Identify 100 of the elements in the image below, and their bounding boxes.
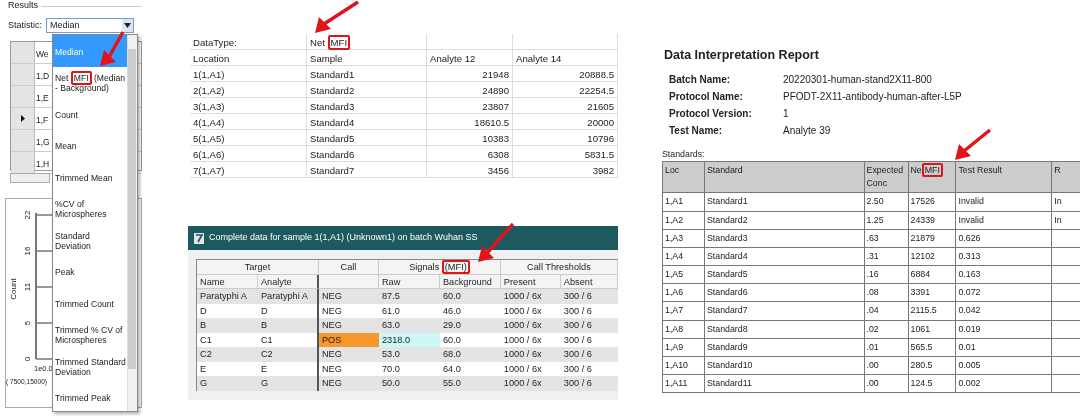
scrollbar[interactable] (10, 173, 50, 183)
table-cell: 60.0 (439, 289, 501, 304)
table-cell-text: 1,H (35, 158, 50, 171)
table-cell: .00 (864, 356, 908, 375)
column-header: Location (190, 50, 307, 65)
table-cell: 68.0 (439, 347, 501, 362)
table-cell: NEG (319, 376, 379, 391)
table-cell: 5831.5 (513, 146, 618, 161)
dropdown-item[interactable]: Trimmed % CV of Microspheres (53, 318, 127, 350)
table-cell: 300 / 6 (560, 376, 618, 391)
field-value: PFODT-2X11-antibody-human-after-L5P (783, 89, 962, 104)
column-header: Sample (307, 50, 427, 65)
table-cell: NEG (319, 347, 379, 362)
row-header[interactable] (11, 108, 35, 129)
column-header: Analyte 14 (513, 50, 618, 65)
table-cell: Standard3 (704, 229, 864, 248)
column-header: Standard (704, 161, 864, 193)
dropdown-item[interactable]: Mean (53, 129, 127, 161)
table-cell: Paratyphi A (197, 289, 258, 304)
tick-label: 0 (23, 356, 32, 362)
dropdown-item[interactable]: Peak (53, 255, 127, 287)
table-cell: 7(1,A7) (190, 162, 307, 177)
table-cell: 1.25 (864, 211, 908, 230)
table-cell-text: 1000 / 6x (502, 304, 543, 318)
table-cell: 24890 (427, 82, 513, 97)
dropdown-item[interactable]: Trimmed Standard Deviation (53, 350, 127, 382)
table-cell: 5(1,A5) (190, 130, 307, 145)
dropdown-item[interactable]: Trimmed Peak (53, 381, 127, 411)
table-cell: 300 / 6 (560, 289, 618, 304)
table-cell-text: 300 / 6 (562, 333, 593, 347)
axis-label: Count (9, 278, 18, 300)
table-cell: 2115.5 (908, 301, 956, 321)
table-cell: .04 (864, 301, 908, 321)
dropdown-item[interactable]: Trimmed Mean (53, 161, 127, 193)
column-group-header: Call Thresholds (500, 260, 618, 275)
table-cell: 0.163 (955, 265, 1052, 284)
corner-header (11, 42, 35, 63)
table-cell-text: D (199, 304, 208, 318)
table-cell-text: 1000 / 6x (502, 362, 543, 376)
table-cell: 55.0 (439, 376, 501, 391)
dropdown-item[interactable]: Standard Deviation (53, 224, 127, 256)
dropdown-item[interactable]: %CV of Microspheres (53, 192, 127, 224)
table-cell: 21605 (513, 98, 618, 113)
table-cell-text: 1,D (35, 70, 50, 83)
dropdown-item[interactable]: Trimmed Count (53, 287, 127, 319)
column-header: Expected Conc (864, 161, 908, 193)
table-cell-text: 61.0 (381, 304, 401, 318)
cell-text: DataType: (190, 34, 307, 49)
table-cell: Standard6 (704, 283, 864, 302)
table-cell: 6(1,A6) (190, 146, 307, 161)
table-cell: 4(1,A4) (190, 114, 307, 129)
table-cell: 20888.5 (513, 66, 618, 81)
table-cell: 2.50 (864, 192, 908, 211)
column-header: Loc (662, 161, 705, 193)
caret-icon[interactable] (124, 23, 131, 28)
table-cell: 1000 / 6x (500, 289, 561, 304)
table-cell: 0.042 (955, 301, 1052, 321)
table-cell-text: 70.0 (381, 362, 401, 376)
column-group-header: Call (318, 260, 379, 275)
table-cell: Standard10 (704, 356, 864, 375)
table-cell: 1,A6 (662, 283, 705, 302)
column-header: Analyte 12 (427, 50, 513, 65)
table-cell: Invalid (955, 192, 1052, 211)
table-cell: Standard1 (307, 66, 427, 81)
field-value: 1 (783, 106, 789, 121)
table-cell: Standard8 (704, 320, 864, 339)
tick-label: 11 (23, 282, 32, 292)
table-cell: Standard5 (307, 130, 427, 145)
table-cell-text: NEG (321, 362, 343, 376)
table-cell: Standard2 (704, 211, 864, 230)
table-cell: 0.072 (955, 283, 1052, 302)
table-cell-text: 300 / 6 (562, 304, 593, 318)
dropdown-item[interactable]: Count (53, 98, 127, 130)
table-cell: NEG (319, 289, 379, 304)
table-cell: 1061 (908, 320, 956, 339)
table-cell: C2 (197, 347, 258, 362)
table-cell: 1000 / 6x (500, 318, 561, 333)
column-header: We (35, 48, 49, 61)
table-cell-text: 1,G (35, 136, 50, 149)
arrow-icon (478, 222, 515, 262)
table-cell: 12102 (908, 247, 956, 266)
statistic-dropdown[interactable]: Median (46, 18, 134, 33)
dropdown-item[interactable]: Net MFI (Median - Background) (53, 66, 127, 98)
table-cell: 21948 (427, 66, 513, 81)
table-cell: 1,A10 (662, 356, 705, 375)
table-cell: 1,A5 (662, 265, 705, 284)
table-cell: Standard11 (704, 374, 864, 393)
report-title: Data Interpretation Report (664, 47, 820, 64)
statistic-label: Statistic: (8, 18, 42, 32)
field-label: Batch Name: (669, 72, 732, 87)
table-cell: Standard7 (307, 162, 427, 177)
table-cell: NEG (319, 318, 379, 333)
table-cell: Invalid (955, 211, 1052, 230)
table-cell-text: 1000 / 6x (502, 333, 543, 347)
table-cell-text: NEG (321, 304, 343, 318)
table-cell: .63 (864, 229, 908, 248)
table-cell: 23807 (427, 98, 513, 113)
table-cell-text: 1,F (35, 114, 49, 127)
table-cell: 0.002 (955, 374, 1052, 393)
table-cell-text: 1,E (35, 92, 49, 105)
